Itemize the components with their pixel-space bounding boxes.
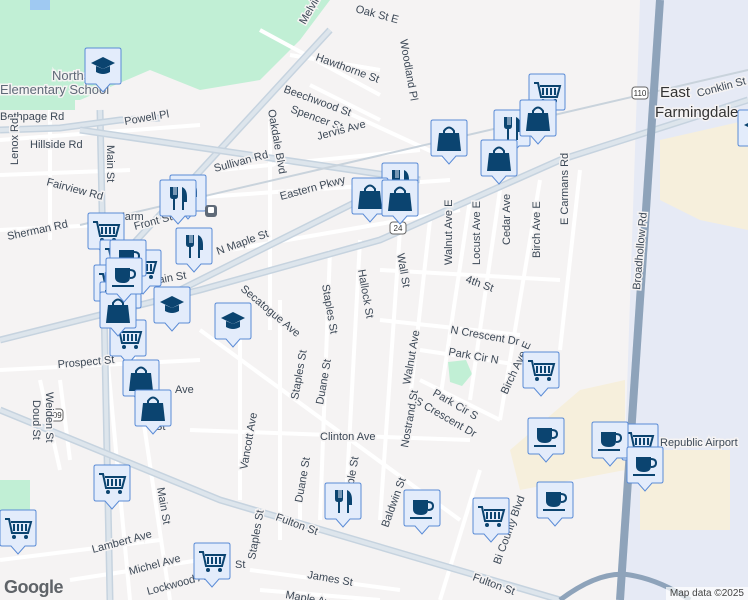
street-label: Staples St — [289, 349, 310, 400]
store-marker[interactable] — [480, 139, 518, 185]
street-label: Locust Ave E — [471, 201, 483, 265]
svg-text:24: 24 — [394, 224, 403, 233]
street-label: Weiden St — [43, 392, 55, 443]
route-shield-24: 24 — [389, 221, 407, 235]
street-label: Clinton Ave — [320, 431, 375, 443]
train-station-icon[interactable] — [205, 205, 217, 217]
google-logo[interactable]: Google — [4, 577, 64, 598]
street-label: Staples St — [246, 509, 267, 560]
map-canvas[interactable]: 11024109 Melville RdOak St EWoodland PlH… — [0, 0, 748, 600]
route-shield-110: 110 — [631, 86, 649, 100]
grocery-marker[interactable] — [0, 509, 37, 555]
park-circle — [448, 360, 472, 386]
store-marker[interactable] — [134, 389, 172, 435]
street-label: Powell Pl — [123, 108, 170, 128]
street-label: Michel Ave — [128, 553, 182, 578]
street-label: N Crescent Dr — [449, 324, 520, 348]
school-marker[interactable] — [153, 286, 191, 332]
grocery-marker[interactable] — [522, 351, 560, 397]
street-label: E Carmans Rd — [559, 153, 571, 225]
marker-pin — [175, 227, 213, 273]
street-label: Woodland Pl — [397, 38, 420, 101]
street-label: Fairview Rd — [45, 176, 104, 203]
store-marker[interactable] — [430, 119, 468, 165]
street-label: Duane St — [293, 456, 313, 503]
street-label: Doud St — [30, 400, 42, 440]
pond — [30, 0, 50, 10]
restaurant-marker[interactable] — [324, 482, 362, 528]
street-label: East — [660, 84, 691, 101]
street-label: Hillside Rd — [30, 139, 83, 151]
street-label: Duane St — [314, 358, 334, 405]
street-label: Lenox Rd — [9, 118, 21, 165]
street-label: James St — [306, 569, 353, 589]
street-label: Walnut Ave — [401, 329, 422, 385]
restaurant-marker[interactable] — [175, 227, 213, 273]
street-label: Main St — [104, 145, 116, 182]
marker-pin — [324, 482, 362, 528]
school-marker[interactable] — [214, 302, 252, 348]
street-label: Oak St E — [354, 3, 400, 26]
street-label: Republic Airport — [660, 437, 738, 449]
street-label: St — [235, 559, 245, 571]
street-label: Staples St — [319, 283, 340, 334]
street-label: Farmingdale — [655, 104, 738, 121]
map-attribution[interactable]: Map data ©2025 — [665, 587, 748, 600]
cafe-marker[interactable] — [536, 481, 574, 527]
svg-text:110: 110 — [634, 89, 647, 98]
park — [0, 100, 75, 110]
grocery-marker[interactable] — [93, 464, 131, 510]
street-label: Ave — [175, 384, 194, 396]
street-label: Fulton St — [471, 572, 516, 598]
street-label: Birch Ave E — [531, 201, 543, 258]
cafe-marker[interactable] — [403, 489, 441, 535]
street-label: Walnut Ave E — [443, 200, 455, 265]
street-label: Cedar Ave — [501, 194, 513, 245]
street-label: Sherman Rd — [6, 218, 69, 243]
